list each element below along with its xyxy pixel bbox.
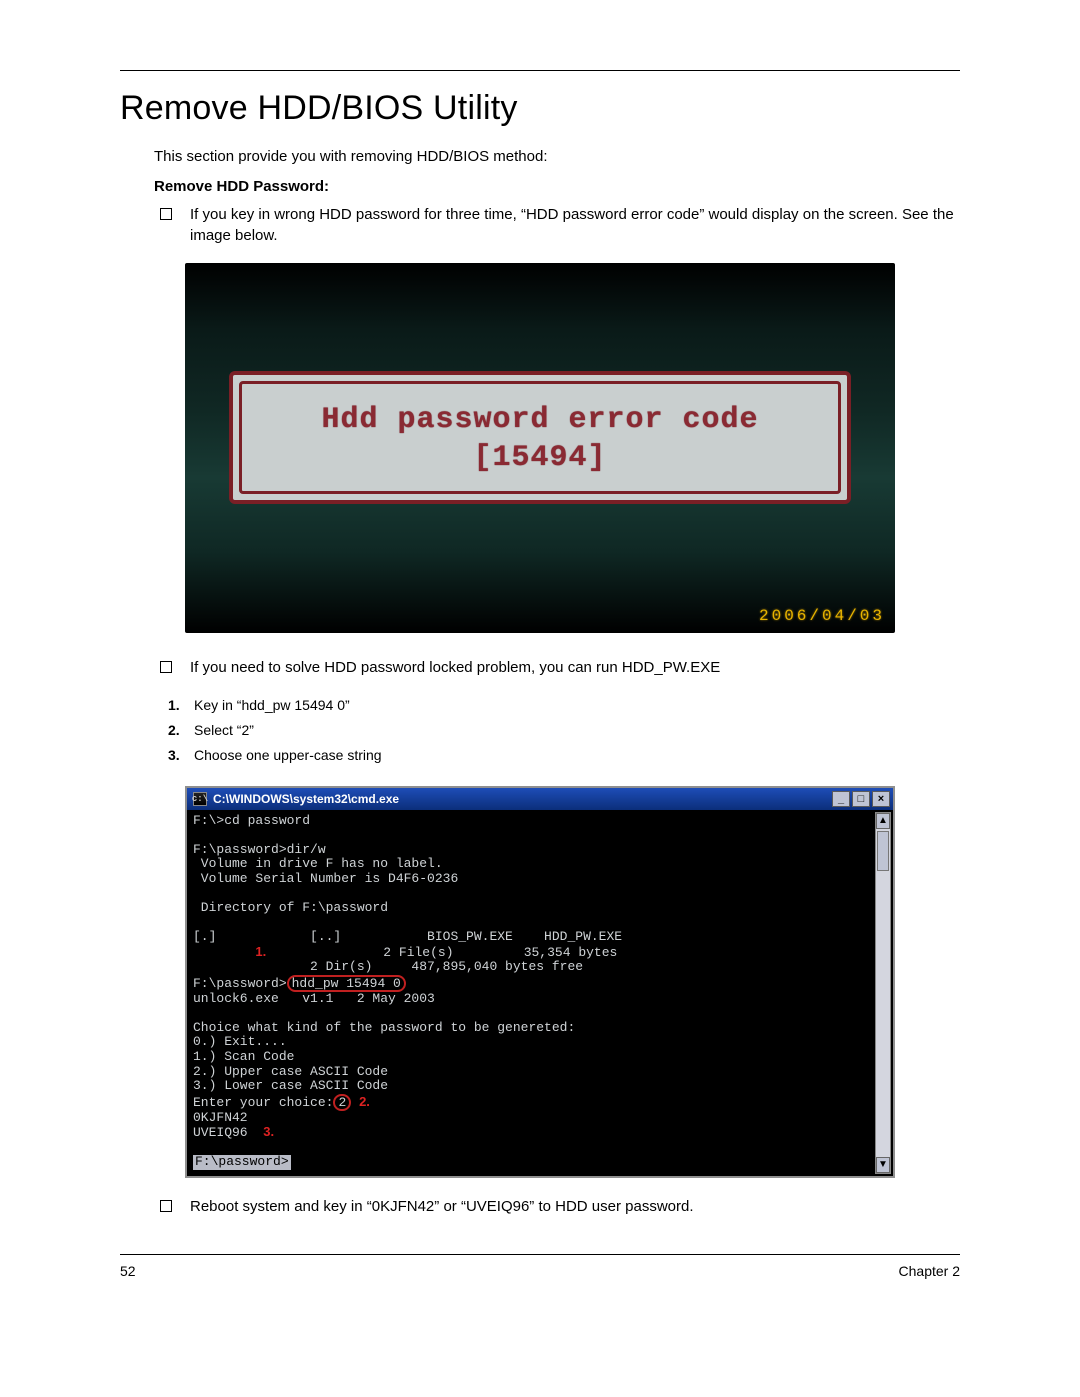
step: Select “2”: [190, 720, 960, 741]
bullet-list-2: If you need to solve HDD password locked…: [184, 657, 960, 679]
maximize-button[interactable]: □: [852, 791, 870, 807]
cmd-icon: c:\: [193, 792, 207, 806]
cmd-screenshot: c:\ C:\WINDOWS\system32\cmd.exe _ □ × ▲ …: [185, 786, 895, 1178]
hdd-error-photo: Hdd password error code [15494] 2006/04/…: [185, 263, 895, 633]
error-line-1: Hdd password error code: [252, 402, 828, 440]
page-number: 52: [120, 1263, 136, 1279]
minimize-button[interactable]: _: [832, 791, 850, 807]
prompt-strip: F:\password>: [193, 1155, 291, 1170]
close-button[interactable]: ×: [872, 791, 890, 807]
list-item: Reboot system and key in “0KJFN42” or “U…: [184, 1196, 960, 1218]
top-rule: [120, 70, 960, 71]
highlight-cmd-entry: hdd_pw 15494 0: [287, 975, 406, 992]
cmd-body: ▲ ▼ F:\>cd password F:\password>dir/w Vo…: [187, 810, 893, 1176]
error-line-2: [15494]: [252, 440, 828, 478]
error-box-outer: Hdd password error code [15494]: [229, 371, 851, 504]
scroll-thumb[interactable]: [877, 831, 889, 871]
scroll-up-button[interactable]: ▲: [876, 813, 890, 829]
window-buttons: _ □ ×: [832, 791, 890, 807]
bullet-list-3: Reboot system and key in “0KJFN42” or “U…: [184, 1196, 960, 1218]
error-box-inner: Hdd password error code [15494]: [239, 381, 841, 494]
page-title: Remove HDD/BIOS Utility: [120, 89, 960, 128]
terminal-output: F:\>cd password F:\password>dir/w Volume…: [193, 814, 869, 1170]
page-footer: 52 Chapter 2: [120, 1254, 960, 1279]
callout-1: 1.: [255, 944, 266, 959]
scrollbar[interactable]: ▲ ▼: [875, 812, 891, 1174]
intro-text: This section provide you with removing H…: [154, 146, 960, 168]
photo-date-stamp: 2006/04/03: [759, 607, 885, 625]
step: Choose one upper-case string: [190, 745, 960, 766]
list-item: If you need to solve HDD password locked…: [184, 657, 960, 679]
bullet-list-1: If you key in wrong HDD password for thr…: [184, 204, 960, 248]
highlight-choice: 2: [333, 1094, 351, 1111]
step: Key in “hdd_pw 15494 0”: [190, 695, 960, 716]
subhead: Remove HDD Password:: [154, 176, 960, 198]
scroll-down-button[interactable]: ▼: [876, 1157, 890, 1173]
list-item: If you key in wrong HDD password for thr…: [184, 204, 960, 248]
cmd-title-text: C:\WINDOWS\system32\cmd.exe: [213, 792, 399, 806]
chapter-label: Chapter 2: [899, 1263, 960, 1279]
steps-list: Key in “hdd_pw 15494 0” Select “2” Choos…: [190, 695, 960, 766]
callout-2: 2.: [359, 1094, 370, 1109]
callout-3: 3.: [263, 1124, 274, 1139]
cmd-titlebar: c:\ C:\WINDOWS\system32\cmd.exe _ □ ×: [187, 788, 893, 810]
